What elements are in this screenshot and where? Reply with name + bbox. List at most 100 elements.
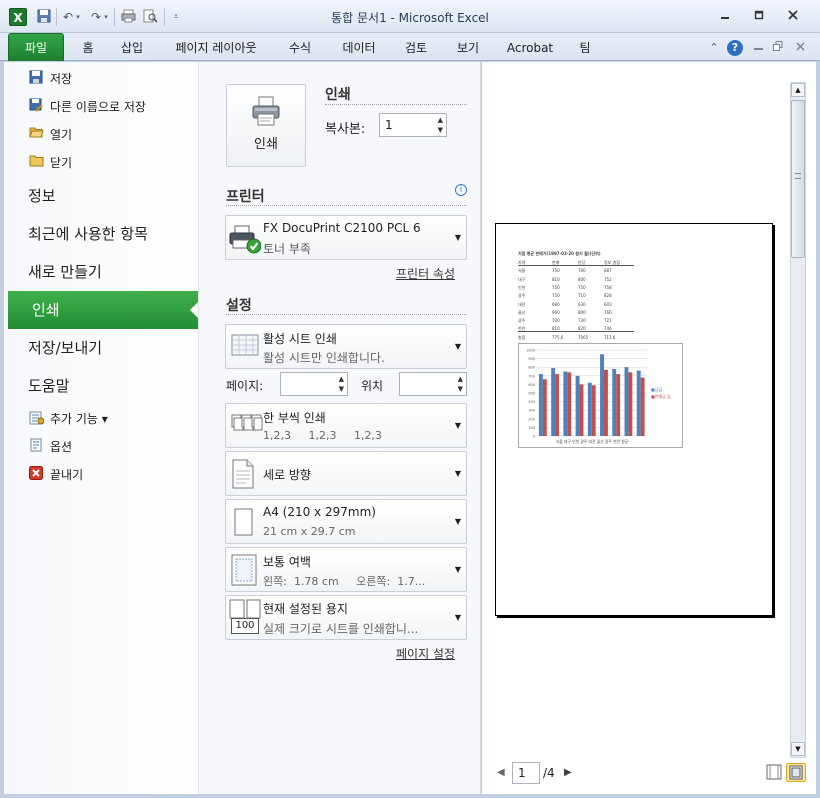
sheet-grid-icon [231, 332, 259, 361]
backstage-addins[interactable]: 추가 기능 ▾ [4, 404, 198, 432]
mini-sheet-cell: 828 [604, 293, 612, 299]
spin-up-icon[interactable]: ▲ [438, 116, 443, 124]
mini-sheet-cell: 820 [578, 326, 586, 332]
mini-chart-ytick: 0 [533, 435, 535, 439]
tab-file[interactable]: 파일 [8, 33, 64, 61]
backstage-info[interactable]: 정보 [4, 177, 198, 215]
workbook-restore-icon[interactable] [770, 40, 786, 56]
printer-dropdown[interactable]: FX DocuPrint C2100 PCL 6 토너 부족 ▼ [225, 215, 467, 260]
show-margins-icon[interactable] [766, 764, 782, 780]
mini-sheet-cell: 판당 [578, 260, 586, 265]
printer-ready-icon [229, 224, 262, 257]
workbook-close-icon[interactable] [792, 40, 808, 56]
section-divider [226, 314, 467, 315]
mini-sheet-cell: 800 [578, 276, 586, 282]
tab-acrobat[interactable]: Acrobat [500, 36, 560, 60]
scroll-thumb[interactable] [791, 100, 805, 258]
copies-spinner[interactable]: 1 ▲ ▼ [379, 113, 447, 137]
orientation-label: 세로 방향 [263, 468, 311, 482]
spin-up-icon[interactable]: ▲ [339, 375, 344, 383]
paper-size-dropdown[interactable]: A4 (210 x 297mm) 21 cm x 29.7 cm ▼ [225, 499, 467, 544]
tab-formulas[interactable]: 수식 [280, 36, 320, 60]
print-what-dropdown[interactable]: 활성 시트 인쇄 활성 시트만 인쇄합니다. ▼ [225, 324, 467, 369]
spin-up-icon[interactable]: ▲ [458, 375, 463, 383]
save-as-icon [28, 98, 44, 114]
mini-sheet-cell: 700 [552, 318, 560, 324]
mini-sheet-cell: 752 [604, 276, 612, 282]
tab-page-layout[interactable]: 페이지 레이아웃 [164, 36, 268, 60]
pages-from-spinner[interactable]: ▲ ▼ [280, 372, 348, 396]
zoom-to-page-icon[interactable] [786, 763, 806, 782]
margins-icon [231, 554, 257, 589]
backstage-exit[interactable]: 끝내기 [4, 460, 198, 488]
backstage-help[interactable]: 도움말 [4, 367, 198, 405]
backstage-options[interactable]: 옵션 [4, 432, 198, 460]
backstage-recent[interactable]: 최근에 사용한 항목 [4, 215, 198, 253]
tab-insert[interactable]: 삽입 [112, 36, 152, 60]
mini-sheet-cell: 960 [552, 309, 560, 315]
print-button[interactable]: 인쇄 [226, 84, 306, 167]
workbook-minimize-icon[interactable] [750, 40, 766, 56]
chevron-down-icon: ▼ [454, 517, 461, 526]
tab-data[interactable]: 데이터 [334, 36, 384, 60]
scaling-dropdown[interactable]: 100 현재 설정된 용지 실제 크기로 시트를 인쇄합니... ▼ [225, 595, 467, 640]
mini-sheet-cell: 대구 [518, 276, 526, 282]
info-icon[interactable]: i [455, 184, 467, 196]
mini-sheet-cell: 대전 [518, 301, 526, 307]
orientation-dropdown[interactable]: 세로 방향 ▼ [225, 451, 467, 496]
backstage-open[interactable]: 열기 [4, 120, 198, 148]
restore-icon[interactable] [744, 6, 774, 28]
mini-sheet-cell: 울산 [518, 309, 526, 315]
mini-chart-bar-b [591, 385, 596, 436]
scroll-down-icon[interactable]: ▼ [791, 742, 805, 756]
mini-sheet-row: 대전 680 630 603 [518, 301, 634, 308]
next-page-icon[interactable]: ▶ [564, 767, 572, 778]
backstage-close-label: 닫기 [50, 155, 73, 170]
prev-page-icon[interactable]: ◀ [497, 767, 505, 778]
printer-properties-link[interactable]: 프린터 속성 [396, 265, 455, 282]
tab-home[interactable]: 홈 [72, 36, 104, 60]
mini-sheet-title: 지점 평균 판매가(1997-03-20 원지 월)(단위) [518, 251, 601, 256]
mini-chart-bar-a [624, 367, 629, 436]
spin-down-icon[interactable]: ▼ [458, 385, 463, 393]
margins-dropdown[interactable]: 보통 여백 왼쪽: 1.78 cm 오른쪽: 1.7... ▼ [225, 547, 467, 592]
collated-pages-icon [231, 412, 263, 439]
mini-chart-ytick: 1000 [526, 349, 535, 353]
mini-sheet-cell: 680 [552, 301, 560, 307]
mini-chart: 1000 900 800 700 600 500 400 300 200 100 0 서울 대구 인천… [518, 343, 683, 448]
spin-down-icon[interactable]: ▼ [339, 385, 344, 393]
tab-team[interactable]: 팀 [570, 36, 600, 60]
tab-review[interactable]: 검토 [396, 36, 436, 60]
pages-to-spinner[interactable]: ▲ ▼ [399, 372, 467, 396]
backstage-save[interactable]: 저장 [4, 64, 198, 92]
minimize-ribbon-icon[interactable]: ⌃ [706, 40, 722, 56]
page-setup-link[interactable]: 페이지 설정 [396, 645, 455, 662]
close-window-icon[interactable] [778, 6, 808, 28]
tab-view[interactable]: 보기 [448, 36, 488, 60]
mini-chart-ytick: 800 [528, 366, 535, 370]
page-number-input[interactable]: 1 [512, 762, 540, 784]
mini-chart-bar-b [640, 377, 645, 436]
mini-sheet-cell: 603 [604, 301, 612, 307]
backstage-save-as[interactable]: 다른 이름으로 저장 [4, 92, 198, 120]
mini-chart-ytick: 700 [528, 374, 535, 378]
scroll-up-icon[interactable]: ▲ [791, 83, 805, 97]
mini-sheet-cell: 7065 [578, 334, 589, 340]
mini-chart-categories: 서울 대구 인천 광주 대전 울산 광주 천안 평균 [556, 439, 629, 444]
chevron-down-icon: ▼ [454, 565, 461, 574]
collate-title: 한 부씩 인쇄 [263, 411, 326, 425]
backstage-save-send[interactable]: 저장/보내기 [4, 329, 198, 367]
options-icon [28, 438, 44, 454]
collate-dropdown[interactable]: 한 부씩 인쇄 1,2,3 1,2,3 1,2,3 ▼ [225, 403, 467, 448]
minimize-icon[interactable] [710, 6, 740, 28]
mini-chart-bar-a [538, 374, 543, 436]
backstage-print[interactable]: 인쇄 [8, 291, 198, 329]
backstage-open-label: 열기 [50, 127, 73, 142]
mini-chart-bar-a [551, 368, 556, 436]
mini-sheet-row: 천안 810 820 746 [518, 325, 634, 333]
mini-chart-bar-a [563, 371, 568, 436]
spin-down-icon[interactable]: ▼ [438, 126, 443, 134]
backstage-close[interactable]: 닫기 [4, 148, 198, 176]
help-icon[interactable]: ? [727, 40, 743, 56]
backstage-new[interactable]: 새로 만들기 [4, 253, 198, 291]
